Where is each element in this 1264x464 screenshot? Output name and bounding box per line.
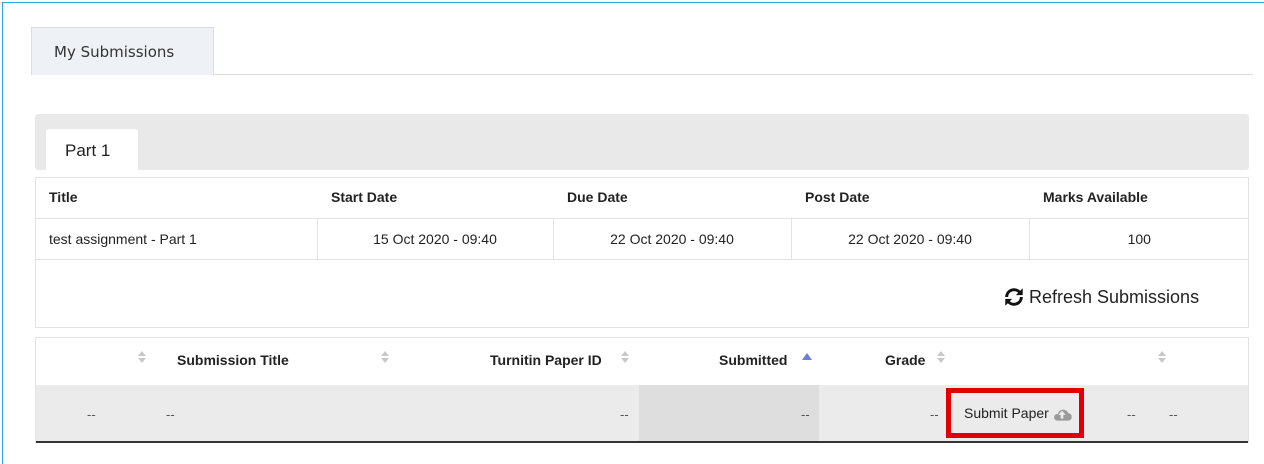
cell-end-2: -- (1169, 407, 1178, 422)
header-submission-title[interactable]: Submission Title (177, 352, 289, 368)
cell-paper-id: -- (620, 407, 629, 422)
top-tab-bar: My Submissions (31, 27, 1253, 75)
cell-end-1: -- (1127, 407, 1136, 422)
tab-part-1[interactable]: Part 1 (46, 129, 138, 171)
refresh-submissions-button[interactable]: Refresh Submissions (1003, 284, 1199, 310)
cell-post-date: 22 Oct 2020 - 09:40 (790, 217, 1030, 260)
submit-paper-button[interactable]: Submit Paper (946, 388, 1084, 438)
submissions-header-row: Submission Title Turnitin Paper ID Submi… (36, 338, 1248, 385)
cell-start-date: 15 Oct 2020 - 09:40 (316, 217, 554, 260)
header-turnitin-paper-id[interactable]: Turnitin Paper ID (490, 352, 602, 368)
cell-title: test assignment - Part 1 (35, 217, 318, 260)
cell-submission-title: -- (166, 407, 175, 422)
cloud-upload-icon (1053, 409, 1072, 421)
header-start-date: Start Date (317, 177, 553, 219)
refresh-icon (1005, 288, 1023, 306)
cell-col1: -- (87, 407, 96, 422)
sort-icon[interactable] (137, 351, 147, 367)
header-due-date: Due Date (553, 177, 791, 219)
sorted-column-highlight (639, 385, 819, 441)
cell-due-date: 22 Oct 2020 - 09:40 (552, 217, 792, 260)
header-title: Title (35, 177, 317, 219)
refresh-label: Refresh Submissions (1029, 286, 1200, 307)
sort-icon[interactable] (1157, 351, 1167, 367)
header-marks-available: Marks Available (1029, 177, 1249, 219)
table-row: test assignment - Part 1 15 Oct 2020 - 0… (35, 217, 1249, 260)
sort-icon[interactable] (936, 351, 946, 367)
sort-icon[interactable] (380, 351, 390, 367)
header-grade[interactable]: Grade (885, 352, 925, 368)
header-post-date: Post Date (791, 177, 1029, 219)
table-row: -- -- -- -- -- Submit Paper -- -- (36, 385, 1248, 443)
cell-grade: -- (930, 407, 939, 422)
assignment-info-table: Title Start Date Due Date Post Date Mark… (35, 177, 1249, 260)
sort-ascending-icon[interactable] (802, 353, 812, 360)
submissions-table: Submission Title Turnitin Paper ID Submi… (35, 337, 1249, 443)
tab-my-submissions[interactable]: My Submissions (31, 27, 214, 75)
cell-submitted: -- (801, 407, 810, 422)
part-tab-bar: Part 1 (35, 114, 1249, 171)
submit-paper-label: Submit Paper (964, 405, 1049, 421)
header-submitted[interactable]: Submitted (719, 352, 787, 368)
cell-marks-available: 100 (1028, 217, 1249, 260)
sort-icon[interactable] (620, 351, 630, 367)
